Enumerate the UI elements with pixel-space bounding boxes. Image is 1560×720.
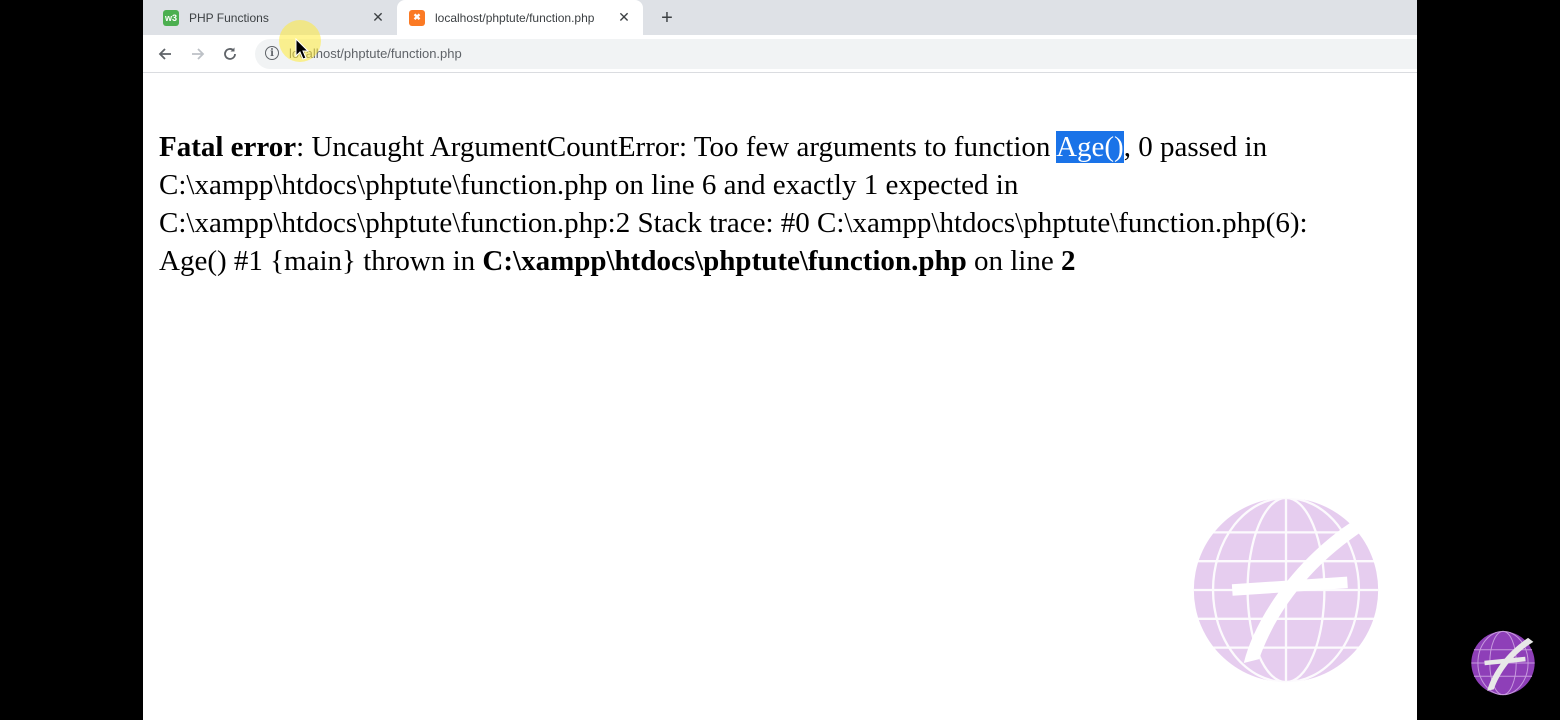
info-icon[interactable]: i <box>265 46 279 60</box>
tab-title: PHP Functions <box>189 10 269 25</box>
tab-php-functions[interactable]: w3 PHP Functions ✕ <box>151 0 397 35</box>
error-line-4: Age() #1 {main} thrown in C:\xampp\htdoc… <box>159 245 1076 277</box>
tab-function-php[interactable]: ✖ localhost/phptute/function.php ✕ <box>397 0 643 35</box>
xampp-favicon-icon: ✖ <box>409 9 425 26</box>
selected-text[interactable]: Age() <box>1056 131 1124 163</box>
back-arrow-icon[interactable] <box>153 42 177 66</box>
address-bar[interactable]: i localhost/phptute/function.php ☆ <box>255 39 1417 69</box>
php-error-message: Fatal error: Uncaught ArgumentCountError… <box>159 128 1417 280</box>
error-line-number: 2 <box>1060 245 1076 277</box>
toolbar: i localhost/phptute/function.php ☆ <box>143 35 1417 73</box>
forward-arrow-icon[interactable] <box>186 42 210 66</box>
close-icon[interactable]: ✕ <box>615 9 633 27</box>
new-tab-button[interactable]: + <box>655 6 679 30</box>
w3schools-favicon-icon: w3 <box>163 9 179 26</box>
error-line-2: C:\xampp\htdocs\phptute\function.php on … <box>159 169 1019 201</box>
globe-watermark-icon <box>1193 496 1379 684</box>
globe-logo-icon <box>1471 630 1535 696</box>
reload-icon[interactable] <box>218 42 242 66</box>
tab-strip: w3 PHP Functions ✕ ✖ localhost/phptute/f… <box>143 0 1417 35</box>
mouse-cursor-icon <box>295 38 309 60</box>
error-line-1: Fatal error: Uncaught ArgumentCountError… <box>159 131 1268 163</box>
error-file-path: C:\xampp\htdocs\phptute\function.php <box>482 245 967 277</box>
tab-title: localhost/phptute/function.php <box>435 10 595 25</box>
close-icon[interactable]: ✕ <box>369 9 387 27</box>
fatal-error-label: Fatal error <box>159 131 297 163</box>
error-line-3: C:\xampp\htdocs\phptute\function.php:2 S… <box>159 207 1308 239</box>
